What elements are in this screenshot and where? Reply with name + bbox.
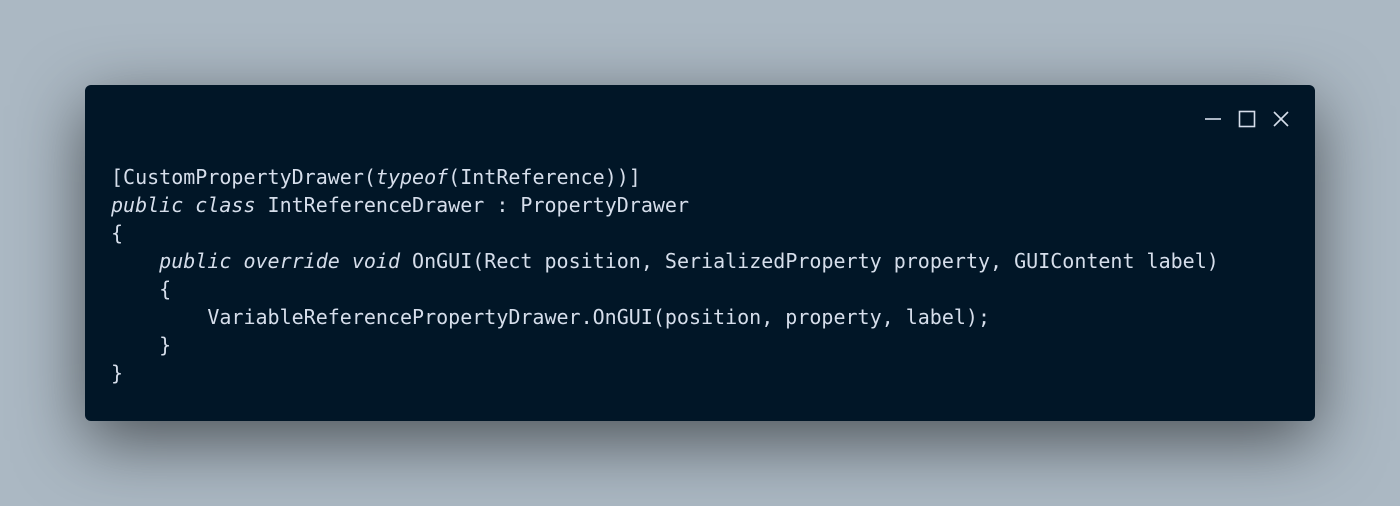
close-icon	[1273, 111, 1289, 127]
code-line: }	[111, 331, 1219, 359]
close-button[interactable]	[1271, 109, 1291, 129]
minimize-icon	[1205, 118, 1221, 120]
code-token: {	[111, 221, 124, 245]
code-line: {	[111, 275, 1219, 303]
code-keyword: class	[195, 193, 256, 217]
minimize-button[interactable]	[1203, 109, 1223, 129]
code-window: [CustomPropertyDrawer(typeof(IntReferenc…	[85, 85, 1315, 421]
maximize-icon	[1238, 110, 1256, 128]
code-keyword: public	[111, 193, 184, 217]
code-line: }	[111, 359, 1219, 387]
code-token: VariableReferencePropertyDrawer.OnGUI(po…	[207, 305, 990, 329]
code-block: [CustomPropertyDrawer(typeof(IntReferenc…	[111, 163, 1219, 387]
code-keyword: public	[159, 249, 232, 273]
code-token: {	[159, 277, 172, 301]
window-controls	[1203, 109, 1291, 129]
code-token: IntReferenceDrawer : PropertyDrawer	[255, 193, 689, 217]
code-line: {	[111, 219, 1219, 247]
code-line: [CustomPropertyDrawer(typeof(IntReferenc…	[111, 163, 1219, 191]
code-token: (IntReference))]	[448, 165, 641, 189]
code-line: public class IntReferenceDrawer : Proper…	[111, 191, 1219, 219]
code-token: [CustomPropertyDrawer(	[111, 165, 376, 189]
code-keyword: typeof	[375, 165, 449, 189]
code-token: OnGUI(Rect position, SerializedProperty …	[400, 249, 1219, 273]
code-token: }	[159, 333, 172, 357]
code-line: public override void OnGUI(Rect position…	[111, 247, 1219, 275]
code-line: VariableReferencePropertyDrawer.OnGUI(po…	[111, 303, 1219, 331]
code-token: }	[111, 361, 124, 385]
code-keyword: void	[351, 249, 401, 273]
code-keyword: override	[243, 249, 340, 273]
maximize-button[interactable]	[1237, 109, 1257, 129]
